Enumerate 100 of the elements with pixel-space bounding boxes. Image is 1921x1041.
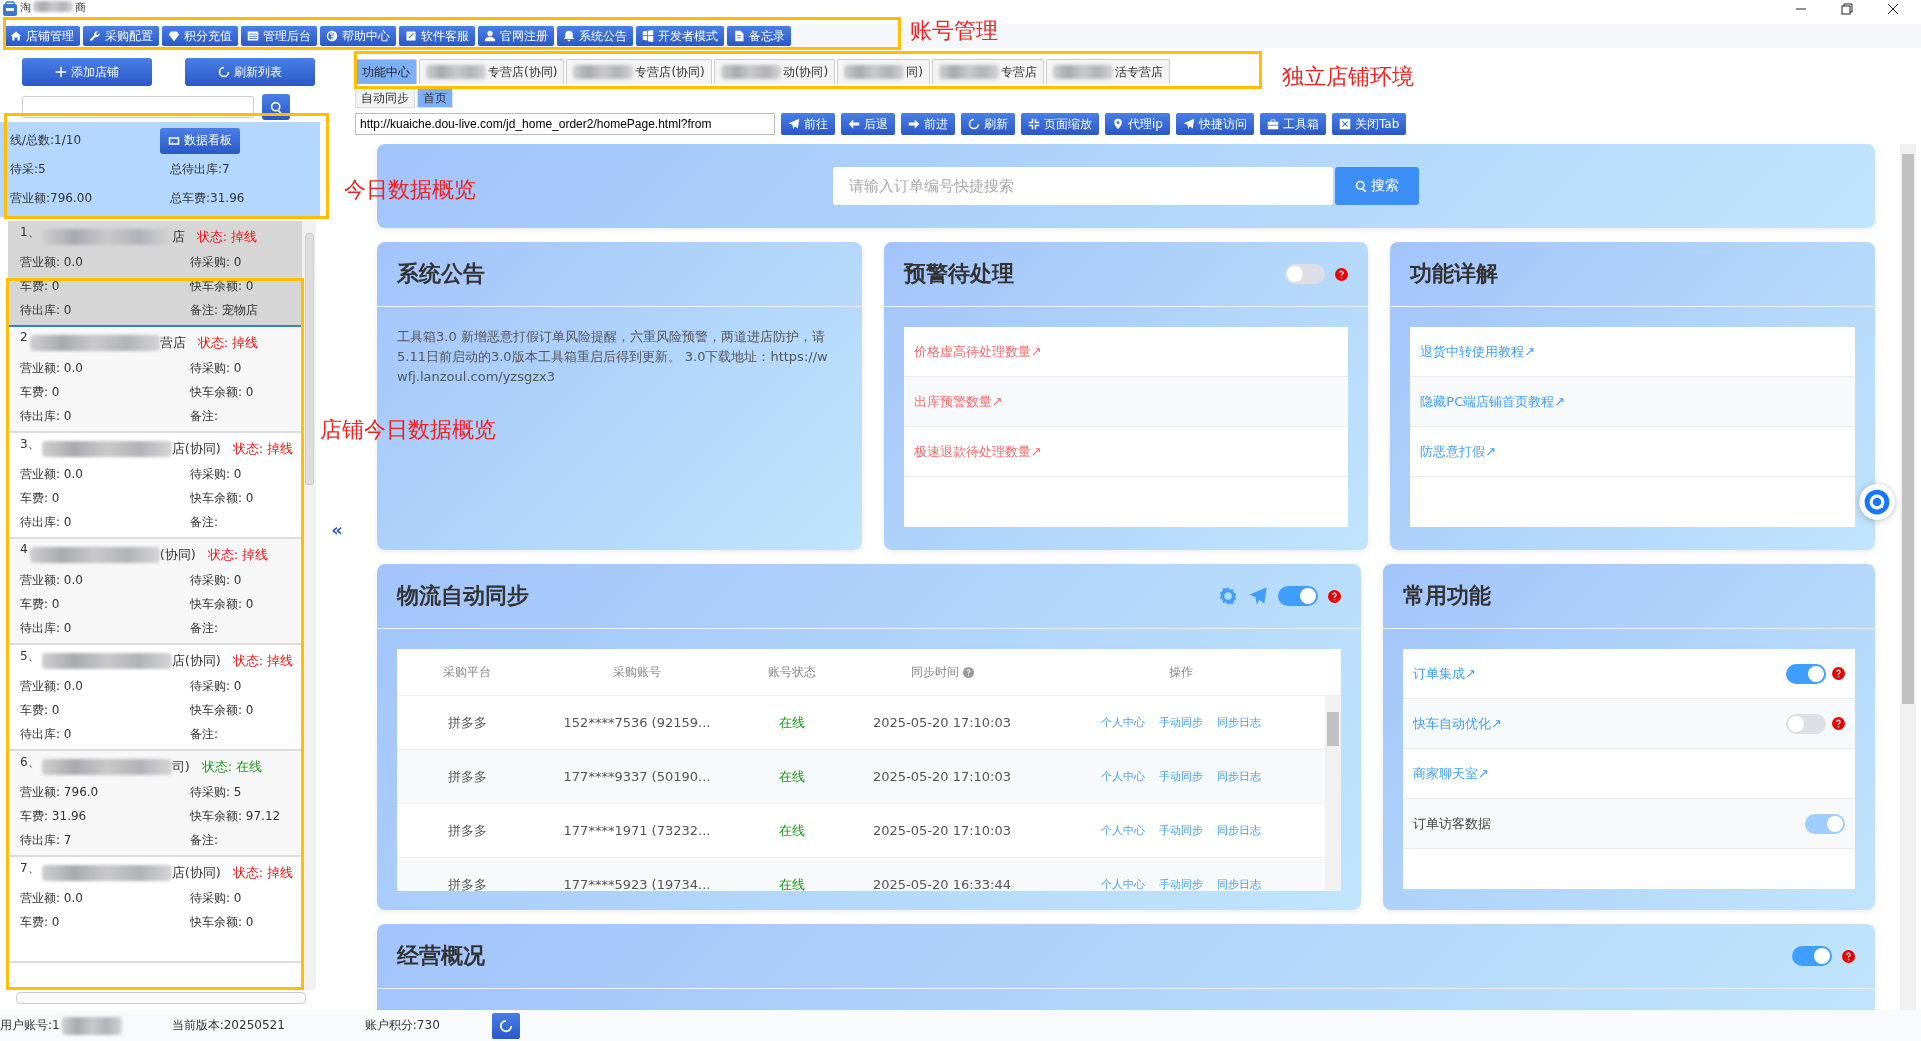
shop-field: 车费: 0 xyxy=(20,489,190,507)
action-link[interactable]: 手动同步 xyxy=(1159,823,1203,838)
sub-tab[interactable]: 自动同步 xyxy=(355,88,415,108)
browser-tab[interactable]: 活专营店 xyxy=(1045,59,1170,84)
paper-plane-icon xyxy=(1182,118,1195,130)
address-field[interactable]: http://kuaiche.dou-live.com/jd_home_order2/homePage.html?from xyxy=(355,113,775,135)
refresh-button[interactable] xyxy=(491,1012,520,1039)
nav-button[interactable]: 页面缩放 xyxy=(1021,113,1099,135)
browser-tab[interactable]: 功能中心 xyxy=(355,59,417,84)
action-link[interactable]: 个人中心 xyxy=(1101,769,1145,784)
toolbar-button[interactable]: 帮助中心 xyxy=(320,26,396,46)
table-cell-text: 177****9337 (50190... xyxy=(562,769,712,784)
shop-field: 待出库: 0 xyxy=(20,513,190,531)
nav-button[interactable]: 前进 xyxy=(901,113,955,135)
wrench-icon xyxy=(89,30,101,42)
nav-button[interactable]: 刷新 xyxy=(961,113,1015,135)
action-link[interactable]: 个人中心 xyxy=(1101,823,1145,838)
tutorial-link[interactable]: 防恶意打假↗ xyxy=(1420,442,1497,461)
help-icon[interactable] xyxy=(1335,267,1349,281)
action-link[interactable]: 手动同步 xyxy=(1159,877,1203,891)
search-field[interactable]: 请输入订单编号快捷搜索 xyxy=(833,167,1333,205)
alert-link[interactable]: 价格虚高待处理数量↗ xyxy=(913,342,1042,361)
alert-link[interactable]: 极速退款待处理数量↗ xyxy=(913,442,1042,461)
action-link[interactable]: 手动同步 xyxy=(1159,769,1203,784)
scrollbar[interactable] xyxy=(16,992,306,1004)
shop-card[interactable]: 1、 店 状态: 掉线 营业额: 0.0 待采购: 0 车费: 0 快车余额: 0 待出库: 0 备注: 宠物店 xyxy=(8,221,302,327)
nav-button[interactable]: 代理ip xyxy=(1105,113,1170,135)
summary-text: 营业额:796.00 xyxy=(9,190,94,207)
shop-field: 车费: 0 xyxy=(20,277,190,295)
action-link[interactable]: 同步日志 xyxy=(1217,877,1261,891)
shop-field: 待出库: 7 xyxy=(20,831,190,849)
sub-tab[interactable]: 首页 xyxy=(417,88,453,108)
help-icon[interactable] xyxy=(1842,949,1855,963)
collapse-button[interactable]: « xyxy=(331,518,343,540)
scrollbar[interactable] xyxy=(1900,144,1916,1010)
toggle-switch[interactable] xyxy=(1285,264,1326,284)
shop-field: 待采购: 0 xyxy=(190,253,294,271)
toggle-switch[interactable] xyxy=(1278,586,1318,606)
blurred-text xyxy=(33,1,73,12)
toolbar-button[interactable]: 管理后台 xyxy=(241,26,317,46)
shop-name: 司) xyxy=(171,758,190,776)
shop-field: 待出库: 0 xyxy=(20,619,190,637)
toolbar-button[interactable]: 软件客服 xyxy=(399,26,475,46)
help-icon[interactable] xyxy=(962,666,974,678)
card-title: 系统公告 xyxy=(397,260,485,288)
toggle-switch[interactable] xyxy=(1786,663,1826,684)
toolbar-button[interactable]: 店铺管理 xyxy=(4,26,80,46)
toolbar-button[interactable]: 开发者模式 xyxy=(636,26,724,46)
toolbar-button[interactable]: 备忘录 xyxy=(727,26,791,46)
toolbar-button[interactable]: 采购配置 xyxy=(83,26,159,46)
tutorial-link[interactable]: 隐藏PC端店铺首页教程↗ xyxy=(1420,392,1566,411)
action-link[interactable]: 同步日志 xyxy=(1217,823,1261,838)
toolbar-button[interactable]: 系统公告 xyxy=(557,26,633,46)
feature-link[interactable]: 商家聊天室↗ xyxy=(1413,764,1489,783)
shop-card[interactable]: 2 营店 状态: 掉线 营业额: 0.0 待采购: 0 车费: 0 快车余额: 0 待出库: 0 备注: xyxy=(8,327,302,433)
action-link[interactable]: 同步日志 xyxy=(1217,769,1261,784)
shop-card[interactable]: 4 (协同) 状态: 掉线 营业额: 0.0 待采购: 0 车费: 0 快车余额: 0 待出库: 0 备注: xyxy=(8,539,302,645)
browser-tab[interactable]: 专营店 xyxy=(931,59,1044,84)
shop-field: 备注: xyxy=(190,831,294,849)
alert-link[interactable]: 出库预警数量↗ xyxy=(913,392,1003,411)
nav-button[interactable]: 关闭Tab xyxy=(1331,113,1407,135)
search-button[interactable]: 搜索 xyxy=(1335,167,1419,205)
table-cell-text: 拼多多 xyxy=(446,821,488,840)
help-icon[interactable] xyxy=(1832,717,1845,730)
toggle-switch[interactable] xyxy=(1792,946,1832,966)
feature-link[interactable]: 快车自动优化↗ xyxy=(1413,714,1502,733)
action-link[interactable]: 同步日志 xyxy=(1217,715,1261,730)
nav-button[interactable]: 快捷访问 xyxy=(1175,113,1254,135)
close-icon xyxy=(1338,118,1351,130)
shop-card[interactable]: 6、 司) 状态: 在线 营业额: 796.0 待采购: 5 车费: 31.96 快车余额: 97.12 待出库: 7 备注: xyxy=(8,751,302,857)
nav-button[interactable]: 工具箱 xyxy=(1259,113,1326,135)
close-icon[interactable] xyxy=(1885,1,1901,17)
browser-tab[interactable]: 专营店(协同) xyxy=(419,59,565,84)
feature-link[interactable]: 订单集成↗ xyxy=(1413,664,1476,683)
nav-button[interactable]: 前往 xyxy=(781,113,835,135)
scrollbar[interactable] xyxy=(1325,696,1341,891)
toggle-switch[interactable] xyxy=(1786,713,1826,734)
browser-tab[interactable]: 动(协同) xyxy=(713,59,836,84)
search-field[interactable] xyxy=(22,96,254,118)
action-link[interactable]: 手动同步 xyxy=(1159,715,1203,730)
browser-tab[interactable]: 同) xyxy=(837,59,930,84)
tutorial-link[interactable]: 退货中转使用教程↗ xyxy=(1420,342,1536,361)
table-cell-text: 177****1971 (73232... xyxy=(562,823,712,838)
help-icon[interactable] xyxy=(1328,589,1341,603)
search-button[interactable] xyxy=(262,94,290,120)
action-link[interactable]: 个人中心 xyxy=(1101,715,1145,730)
window-title: 淘 xyxy=(20,1,31,14)
toolbar-button[interactable]: 积分充值 xyxy=(162,26,238,46)
shop-field: 待采购: 0 xyxy=(190,889,294,907)
toolbar-button[interactable]: 官网注册 xyxy=(478,26,554,46)
restore-icon[interactable] xyxy=(1839,1,1855,17)
add-shop-button[interactable]: 添加店铺 xyxy=(22,58,152,86)
data-board-button[interactable]: 数据看板 xyxy=(160,127,240,154)
nav-button[interactable]: 后退 xyxy=(841,113,895,135)
refresh-list-button[interactable]: 刷新列表 xyxy=(185,58,315,86)
browser-tab[interactable]: 专营店(协同) xyxy=(566,59,712,84)
help-icon[interactable] xyxy=(1832,667,1845,680)
action-link[interactable]: 个人中心 xyxy=(1101,877,1145,891)
shop-field: 备注: xyxy=(190,619,294,637)
shop-field: 快车余额: 0 xyxy=(190,277,294,295)
